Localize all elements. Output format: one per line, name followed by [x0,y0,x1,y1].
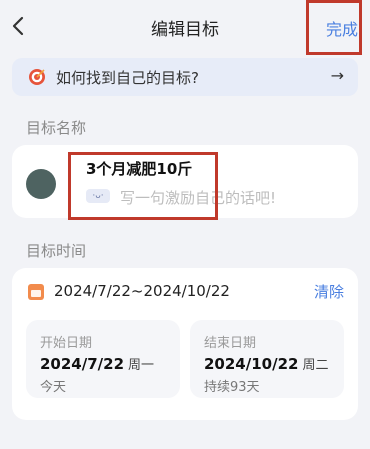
start-date-value: 2024/7/22 周一 [40,355,155,373]
tip-text: 如何找到自己的目标? [56,69,199,87]
end-date-label: 结束日期 [204,336,257,351]
end-date-selector[interactable]: 结束日期 2024/10/22 周二 持续93天 [190,320,344,398]
end-weekday: 周二 [302,358,329,373]
target-icon [29,69,45,85]
arrow-right-icon: → [330,66,344,85]
done-highlight-box [306,0,362,55]
goal-time-section-label: 目标时间 [26,242,87,260]
date-range-text: 2024/7/22~2024/10/22 [54,282,230,300]
start-date-sub: 今天 [40,380,67,395]
goal-tip-banner[interactable]: 如何找到自己的目标? → [12,58,358,96]
start-weekday: 周一 [128,358,155,373]
start-date-label: 开始日期 [40,336,93,351]
end-date-sub: 持续93天 [204,380,260,395]
goal-name-section-label: 目标名称 [26,119,87,137]
goal-avatar[interactable] [26,169,56,199]
end-date-value: 2024/10/22 周二 [204,355,329,373]
goal-time-card: 2024/7/22~2024/10/22 清除 开始日期 2024/7/22 周一… [12,268,358,420]
clear-button[interactable]: 清除 [314,281,344,302]
calendar-icon [28,284,44,300]
goal-name-highlight-box [68,152,218,220]
start-date-selector[interactable]: 开始日期 2024/7/22 周一 今天 [26,320,180,398]
